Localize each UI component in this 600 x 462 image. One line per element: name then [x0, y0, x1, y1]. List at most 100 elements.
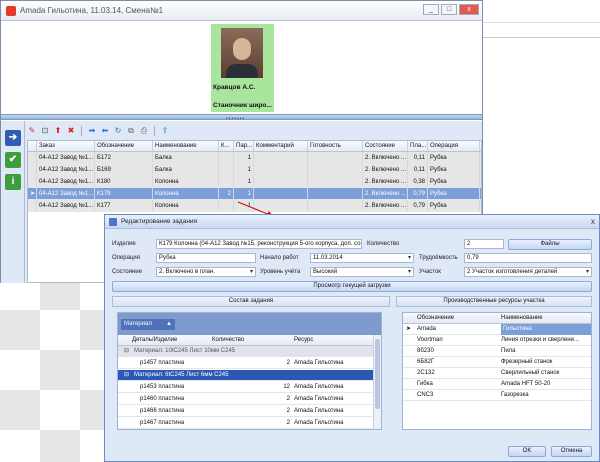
table-cell	[254, 176, 308, 187]
table-cell	[308, 152, 363, 163]
up-icon[interactable]: ⬆	[53, 126, 63, 136]
item-field[interactable]: К179 Колонна (04-А12 Завод №15, реконстр…	[156, 239, 362, 249]
list-item[interactable]: Voortman Линия отрезки и сверлени...	[403, 335, 591, 346]
qty-field[interactable]: 2	[464, 239, 504, 249]
name-cell: Пила	[501, 348, 516, 354]
table-cell: Балка	[153, 152, 219, 163]
column-header[interactable]: Состояние	[363, 141, 408, 151]
table-row[interactable]: ➤ 04-А12 Завод №1... К179 Колонна 2 1 2. Включ…	[28, 188, 481, 200]
column-header[interactable]: Наименование	[153, 141, 219, 151]
splitter[interactable]: •••••••	[1, 114, 482, 122]
list-item[interactable]: 2С132 Сверлильный станок	[403, 368, 591, 379]
column-header[interactable]: Наименование	[501, 313, 591, 324]
level-select[interactable]: Высокий	[310, 267, 414, 277]
back-icon[interactable]: ⬅	[100, 126, 110, 136]
worker-name: Кравцов А.С.	[213, 84, 256, 91]
table-row[interactable]: 04-А12 Завод №1... Б172 Балка 1 2. Включено …	[28, 152, 481, 164]
close-button[interactable]: x	[459, 4, 479, 15]
copy-icon[interactable]: ⧉	[126, 126, 136, 136]
add-icon[interactable]: ⊡	[40, 126, 50, 136]
table-cell: 0,38	[408, 176, 428, 187]
name-cell: Гильотина	[501, 324, 591, 335]
column-header[interactable]: Заказ	[37, 141, 95, 151]
column-header[interactable]: Деталь/Изделие	[132, 335, 200, 346]
print-icon[interactable]: ⎙	[139, 126, 149, 136]
list-item[interactable]: CNC3 Газорезка	[403, 390, 591, 401]
table-cell: 1	[234, 188, 254, 199]
labor-field[interactable]: 0,79	[464, 253, 592, 263]
table-cell	[219, 176, 234, 187]
forward-arrow-icon[interactable]: ➔	[5, 130, 21, 146]
list-item[interactable]: р1460 пластина 2 Amada Гильотина	[118, 394, 373, 405]
cancel-button[interactable]: Отмена	[551, 446, 592, 457]
list-item[interactable]: р1457 пластина 2 Amada Гильотина	[118, 358, 373, 369]
delete-icon[interactable]: ✖	[66, 126, 76, 136]
info-icon[interactable]: i	[5, 174, 21, 190]
column-header[interactable]: Обозначение	[95, 141, 153, 151]
grid-header: Заказ Обозначение Наименование К... Пар.…	[28, 141, 481, 152]
column-header[interactable]: Комментарий	[254, 141, 308, 151]
column-header[interactable]: Обозначение	[417, 313, 497, 324]
list-item[interactable]: Гибка Amada HFT 50-20	[403, 379, 591, 390]
list-item[interactable]: ➤ Amada Гильотина	[403, 324, 591, 335]
start-date-field[interactable]: 11.03.2014	[310, 253, 414, 263]
minimize-button[interactable]: _	[423, 4, 439, 15]
ok-button[interactable]: OK	[508, 446, 546, 457]
collapse-icon[interactable]: ⊟	[124, 370, 129, 381]
operation-label: Операция	[112, 255, 140, 261]
maximize-button[interactable]: □	[441, 4, 457, 15]
code-cell: Voortman	[417, 337, 443, 343]
row-indicator: ➤	[28, 188, 37, 199]
table-cell: 2. Включено ...	[363, 164, 408, 175]
pencil-icon[interactable]: ✎	[27, 126, 37, 136]
column-header[interactable]: Пар...	[234, 141, 254, 151]
resources-rows: Обозначение Наименование ➤ Amada Гильотина Vo…	[403, 313, 591, 429]
worker-card[interactable]: Кравцов А.С. Станочник широ...	[211, 24, 274, 112]
table-row[interactable]: 04-А12 Завод №1... К180 Колонна 1 2. Включен…	[28, 176, 481, 188]
composition-scrollbar[interactable]	[373, 335, 381, 429]
list-item[interactable]: р1466 пластина 2 Amada Гильотина	[118, 406, 373, 417]
column-header[interactable]: Ресурс	[294, 335, 374, 346]
table-cell	[308, 200, 363, 211]
list-item[interactable]: 8б230 Пила	[403, 346, 591, 357]
section-select[interactable]: 2 Участок изготовления деталей	[464, 267, 592, 277]
table-cell: 0,11	[408, 164, 428, 175]
header-indicator	[28, 141, 37, 151]
group-row[interactable]: ⊟ Материал: 6tС245 Лист 6мм С245	[118, 370, 373, 381]
column-header[interactable]: Количество	[212, 335, 282, 346]
column-header[interactable]: Пла...	[408, 141, 428, 151]
dialog-close-button[interactable]: x	[591, 217, 595, 226]
item-label: Изделие	[112, 241, 136, 247]
scroll-thumb[interactable]	[375, 339, 380, 409]
check-icon[interactable]: ✔	[5, 152, 21, 168]
collapse-icon[interactable]: ⊟	[124, 346, 129, 357]
row-indicator	[28, 200, 37, 211]
left-panel-title: Состав задания	[112, 296, 390, 307]
part-cell: р1453 пластина	[140, 384, 185, 390]
table-cell: 04-А12 Завод №1...	[37, 188, 95, 199]
operation-field[interactable]: Рубка	[156, 253, 256, 263]
refresh-icon[interactable]: ↻	[113, 126, 123, 136]
table-cell: Рубка	[428, 200, 480, 211]
dialog-title: Редактирование задания	[121, 218, 198, 225]
files-button[interactable]: Файлы	[508, 239, 592, 250]
view-load-button[interactable]: Просмотр текущей загрузки	[112, 281, 592, 292]
export-icon[interactable]: ⇪	[160, 126, 170, 136]
state-select[interactable]: 2. Включено в план.	[156, 267, 256, 277]
table-cell: 2. Включено ...	[363, 188, 408, 199]
list-item[interactable]: р1467 пластина 2 Amada Гильотина	[118, 418, 373, 429]
group-row[interactable]: ⊟ Материал: 10tС245 Лист 10мм С245	[118, 346, 373, 357]
column-header[interactable]: Операция	[428, 141, 480, 151]
table-cell	[254, 164, 308, 175]
part-cell: р1460 пластина	[140, 396, 185, 402]
forward-icon[interactable]: ➡	[87, 126, 97, 136]
toolbar-separator	[81, 126, 82, 136]
column-header[interactable]: К...	[219, 141, 234, 151]
column-header[interactable]: Готовность	[308, 141, 363, 151]
start-label: Начало работ	[260, 255, 299, 261]
table-cell	[254, 152, 308, 163]
table-row[interactable]: 04-А12 Завод №1... Б169 Балка 1 2. Включено …	[28, 164, 481, 176]
group-chip[interactable]: Материал ▲	[121, 319, 175, 330]
list-item[interactable]: 6Б82Г Фрезерный станок	[403, 357, 591, 368]
list-item[interactable]: р1453 пластина 12 Amada Гильотина	[118, 382, 373, 393]
